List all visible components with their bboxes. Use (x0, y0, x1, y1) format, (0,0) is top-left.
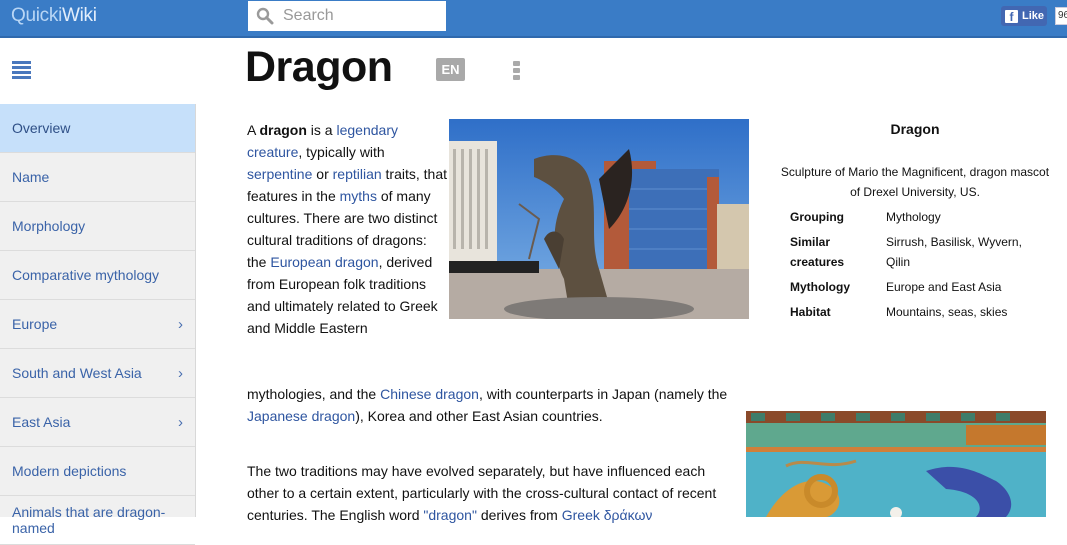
infobox-value: Mountains, seas, skies (886, 305, 1008, 319)
infobox-row: Habitat Mountains, seas, skies (790, 302, 1036, 327)
facebook-like-button[interactable]: f Like (1001, 6, 1047, 26)
link-greek-drakon[interactable]: Greek δράκων (562, 507, 653, 523)
sidebar-item-label: South and West Asia (12, 365, 142, 381)
dragon-wall-image[interactable] (746, 411, 1046, 517)
text: is a (306, 122, 337, 138)
infobox: Dragon Sculpture of Mario the Magnificen… (780, 119, 1050, 327)
facebook-like-label: Like (1022, 10, 1045, 22)
link-dragon-etymology[interactable]: "dragon" (423, 507, 477, 523)
hamburger-menu-icon[interactable] (12, 61, 31, 79)
chevron-right-icon: › (178, 364, 183, 382)
sidebar-item-label: East Asia (12, 414, 71, 430)
sidebar-item-label: Name (12, 169, 50, 185)
brand-part1: Quicki (11, 5, 62, 26)
paragraph-intro-continued: mythologies, and the Chinese dragon, wit… (247, 383, 747, 427)
infobox-row: Similar creatures Sirrush, Basilisk, Wyve… (790, 232, 1036, 277)
link-myths[interactable]: myths (340, 188, 377, 204)
sidebar-item-label: Morphology (12, 218, 86, 234)
sidebar-item-label: Overview (12, 120, 71, 136)
link-reptilian[interactable]: reptilian (333, 166, 382, 182)
sidebar-item-label: Europe (12, 316, 58, 332)
facebook-like-count: 96 (1055, 7, 1067, 25)
bold-term: dragon (259, 122, 307, 138)
sidebar-item-morphology[interactable]: Morphology (0, 202, 195, 251)
app-logo[interactable]: QuickiWiki (11, 5, 97, 27)
infobox-key: Habitat (790, 305, 831, 319)
sidebar-item-label: Modern depictions (12, 463, 127, 479)
link-serpentine[interactable]: serpentine (247, 166, 312, 182)
text: , with counterparts in Japan (namely the (478, 386, 728, 402)
link-european-dragon[interactable]: European dragon (270, 254, 378, 270)
infobox-row: Mythology Europe and East Asia (790, 277, 1036, 302)
chevron-right-icon: › (178, 315, 183, 333)
text: derives from (476, 507, 562, 523)
page-title: Dragon (245, 43, 393, 91)
brand-part2: Wiki (62, 5, 97, 26)
sidebar-item-label: Animals that are dragon-named (12, 504, 166, 536)
infobox-value: Mythology (886, 210, 941, 224)
dragon-sculpture-image[interactable] (449, 119, 749, 319)
link-japanese-dragon[interactable]: Japanese dragon (247, 408, 355, 424)
search-box[interactable] (248, 1, 446, 31)
sidebar-item-south-west-asia[interactable]: South and West Asia › (0, 349, 195, 398)
text: or (312, 166, 333, 182)
infobox-key: Mythology (790, 280, 850, 294)
sidebar-item-overview[interactable]: Overview (0, 104, 195, 153)
sidebar-item-modern-depictions[interactable]: Modern depictions (0, 447, 195, 496)
text: mythologies, and the (247, 386, 381, 402)
sidebar-item-europe[interactable]: Europe › (0, 300, 195, 349)
infobox-row: Grouping Mythology (790, 207, 1036, 232)
infobox-value: Sirrush, Basilisk, Wyvern, Qilin (886, 235, 1022, 269)
facebook-icon: f (1005, 9, 1018, 24)
text: A (247, 122, 260, 138)
sidebar-item-label: Comparative mythology (12, 267, 160, 283)
infobox-table: Grouping Mythology Similar creatures Sirru… (790, 207, 1036, 327)
link-chinese-dragon[interactable]: Chinese dragon (380, 386, 479, 402)
infobox-caption: Sculpture of Mario the Magnificent, drag… (780, 165, 1050, 199)
search-icon (256, 7, 274, 25)
sidebar-item-comparative-mythology[interactable]: Comparative mythology (0, 251, 195, 300)
sidebar-item-east-asia[interactable]: East Asia › (0, 398, 195, 447)
text: , typically with (298, 144, 385, 160)
text: ), Korea and other East Asian countries. (355, 408, 603, 424)
infobox-key: Grouping (790, 210, 844, 224)
top-bar: QuickiWiki f Like 96 (0, 0, 1067, 38)
sidebar-item-animals[interactable]: Animals that are dragon-named (0, 496, 195, 545)
sidebar-toc: Overview Name Morphology Comparative myt… (0, 104, 196, 545)
paragraph-intro: A dragon is a legendary creature, typica… (247, 119, 447, 339)
search-input[interactable] (283, 7, 433, 25)
infobox-key: Similar creatures (790, 235, 845, 269)
language-button[interactable]: EN (436, 58, 465, 81)
infobox-value: Europe and East Asia (886, 280, 1002, 294)
paragraph-traditions: The two traditions may have evolved sepa… (247, 460, 737, 526)
infobox-title: Dragon (890, 121, 940, 137)
chevron-right-icon: › (178, 413, 183, 431)
sidebar-item-name[interactable]: Name (0, 153, 195, 202)
vertical-dots-icon[interactable] (513, 61, 521, 81)
